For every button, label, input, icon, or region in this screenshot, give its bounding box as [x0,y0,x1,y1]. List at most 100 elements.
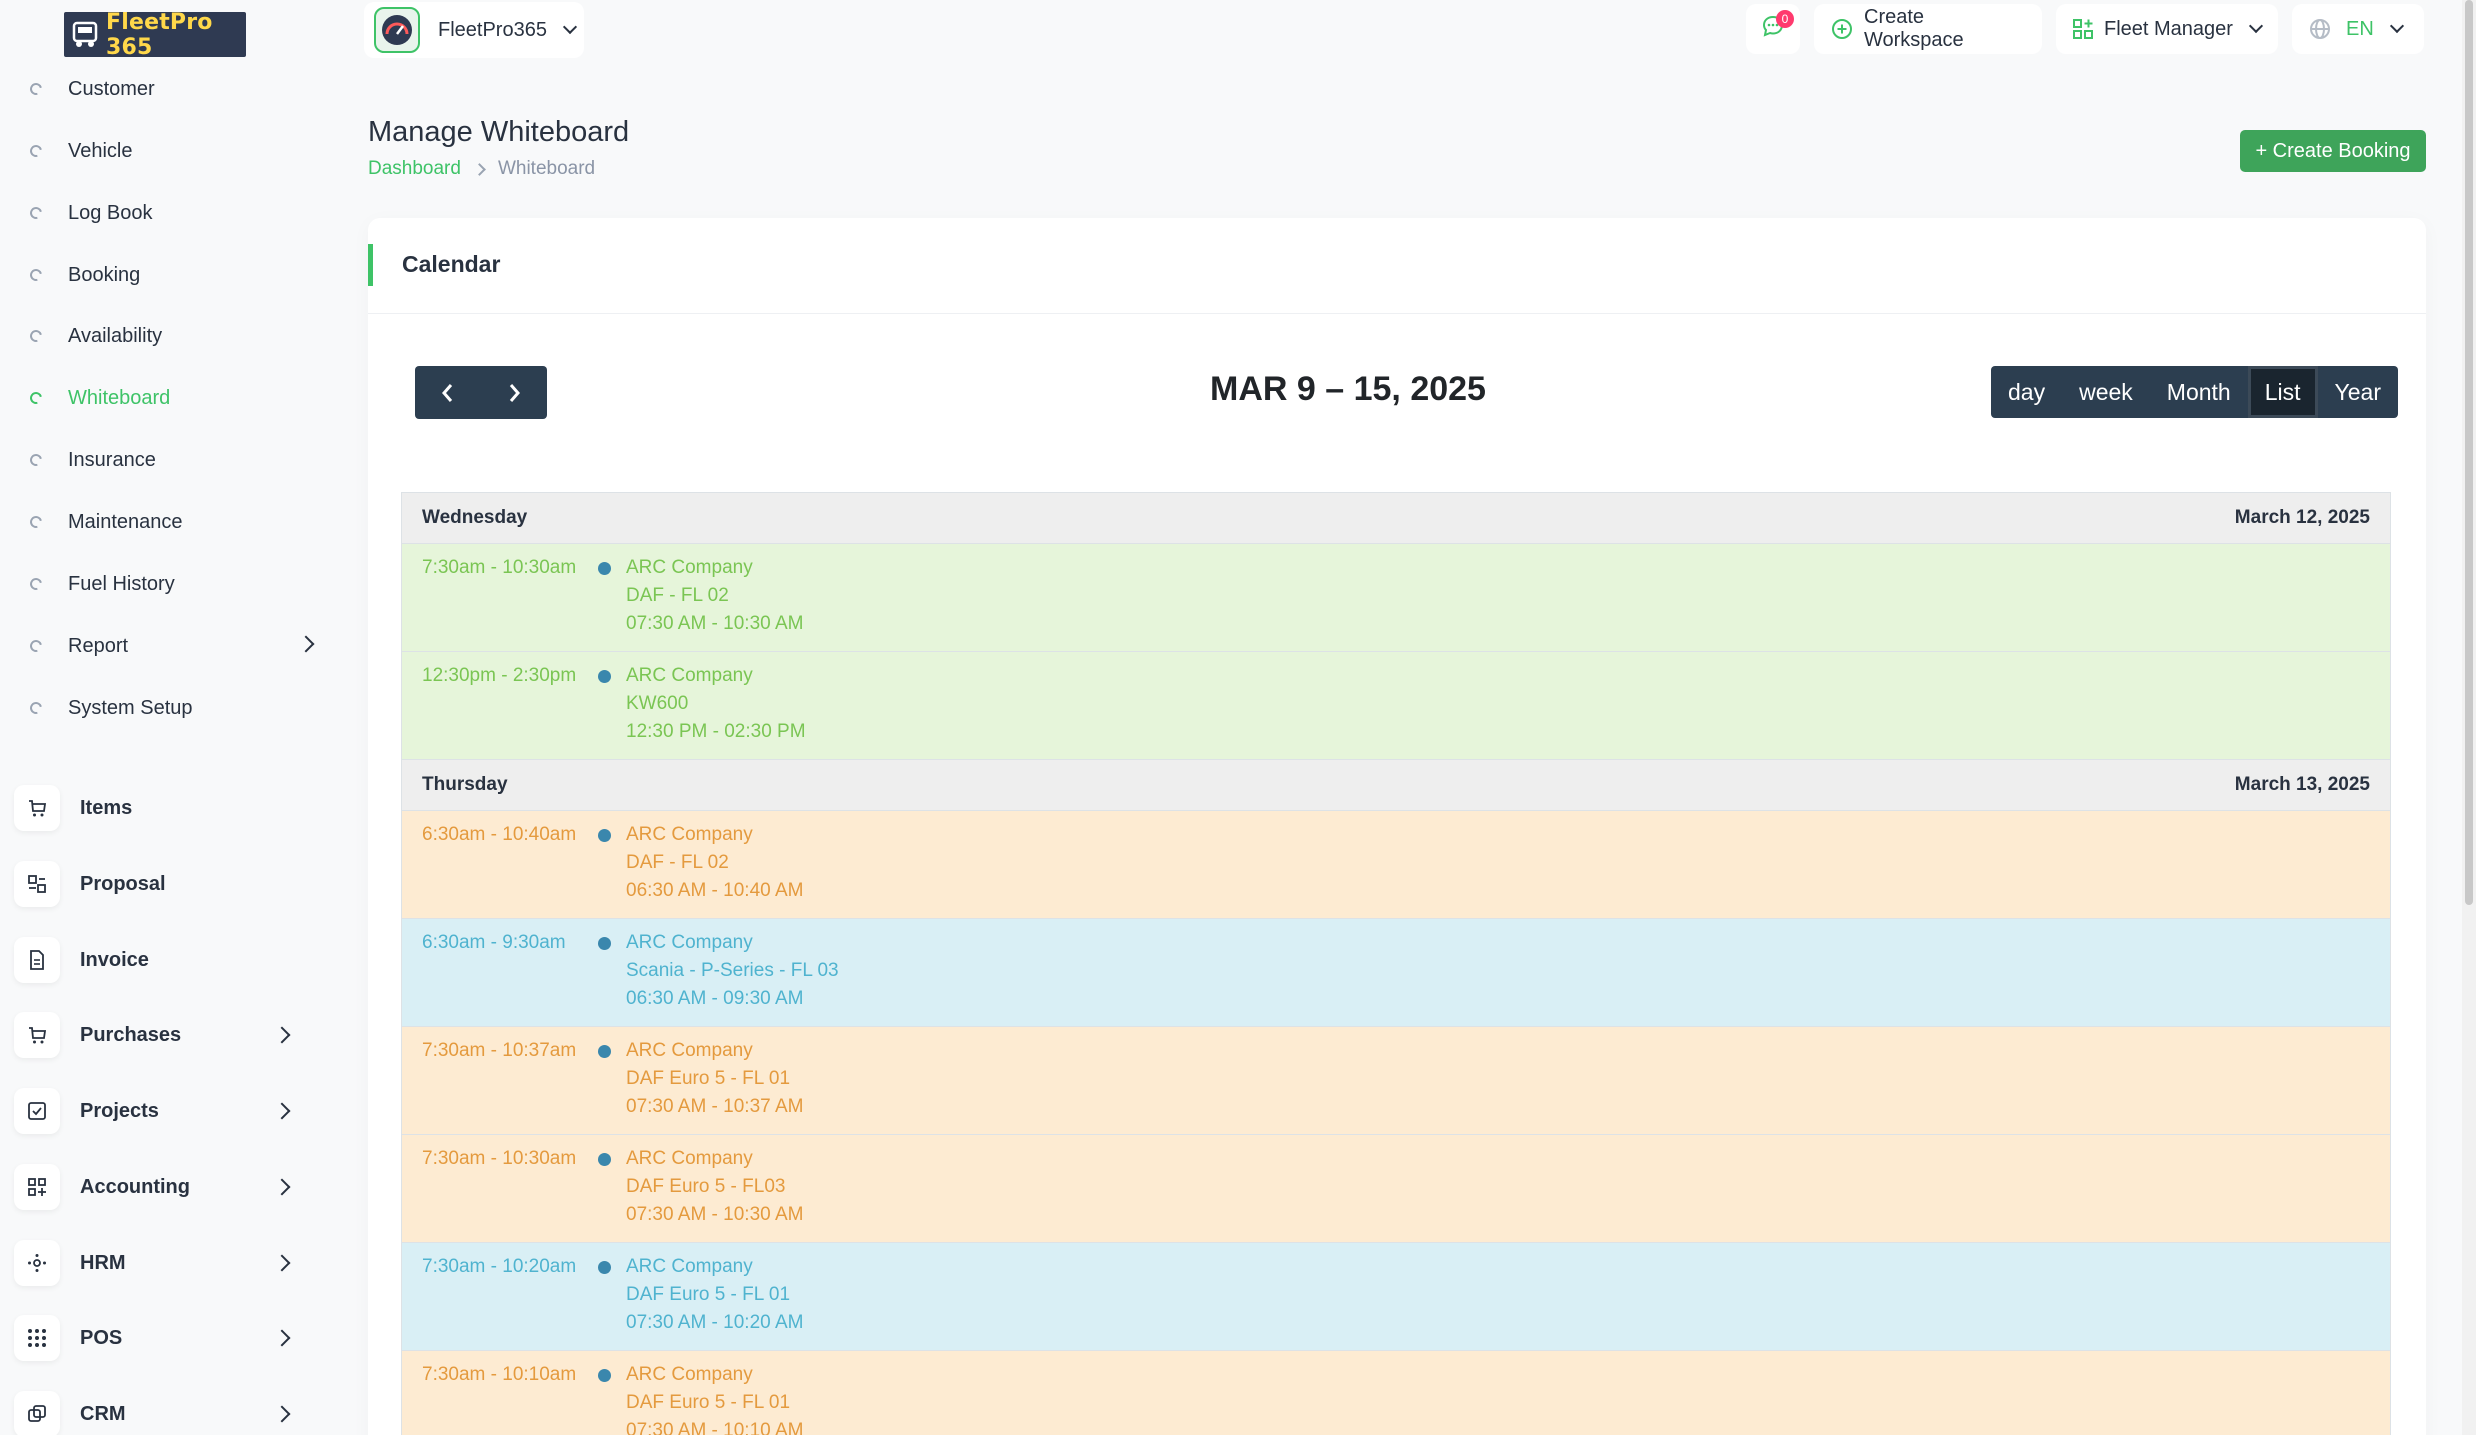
role-switcher[interactable]: Fleet Manager [2056,4,2278,54]
event-row[interactable]: 7:30am - 10:37am ARC Company DAF Euro 5 - … [402,1027,2390,1135]
sidebar-item-customer[interactable]: Customer [27,69,155,109]
circle-bullet-icon [27,204,45,222]
sidebar-item-system-setup[interactable]: System Setup [27,688,193,728]
page-title: Manage Whiteboard [368,116,630,148]
notification-count-badge: 0 [1776,10,1794,28]
sidebar-item-maintenance[interactable]: Maintenance [27,502,183,542]
notifications-button[interactable]: 0 [1746,4,1800,54]
chevron-right-icon [273,1102,291,1120]
sidebar-item-availability[interactable]: Availability [27,316,162,356]
circle-bullet-icon [27,513,45,531]
chevron-right-icon [273,1405,291,1423]
sidebar-item-accounting[interactable]: Accounting [14,1163,304,1211]
circle-bullet-icon [27,575,45,593]
event-company: ARC Company [626,665,753,686]
view-week-button[interactable]: week [2062,366,2150,418]
grid-plus-icon [2072,18,2094,40]
event-time: 7:30am - 10:30am [422,1148,577,1169]
sidebar-item-fuel-history[interactable]: Fuel History [27,564,175,604]
event-dot-icon [598,562,611,575]
event-row[interactable]: 7:30am - 10:30am ARC Company DAF Euro 5 - … [402,1135,2390,1243]
event-row[interactable]: 7:30am - 10:20am ARC Company DAF Euro 5 - … [402,1243,2390,1351]
view-list-button[interactable]: List [2247,366,2318,418]
sidebar-item-label: Invoice [80,948,149,971]
event-time: 7:30am - 10:37am [422,1040,577,1061]
sidebar-item-crm[interactable]: CRM [14,1390,304,1435]
create-booking-button[interactable]: + Create Booking [2240,130,2426,172]
role-label: Fleet Manager [2104,17,2233,40]
hrm-icon [14,1240,60,1286]
header-accent-bar [368,244,373,286]
truck-icon [70,19,100,51]
breadcrumb-dashboard-link[interactable]: Dashboard [368,158,461,180]
event-row[interactable]: 12:30pm - 2:30pm ARC Company KW600 12:30 PM… [402,652,2390,760]
sidebar-item-label: HRM [80,1251,126,1274]
event-row[interactable]: 7:30am - 10:30am ARC Company DAF - FL 02 07… [402,544,2390,652]
sidebar-item-label: Vehicle [68,139,133,162]
next-week-button[interactable] [481,366,547,419]
event-row[interactable]: 7:30am - 10:10am ARC Company DAF Euro 5 - … [402,1351,2390,1435]
circle-bullet-icon [27,80,45,98]
day-date[interactable]: March 13, 2025 [2235,774,2370,796]
event-details: ARC Company DAF Euro 5 - FL03 07:30 AM - 1… [626,1145,803,1229]
calendar-range-title: MAR 9 – 15, 2025 [1210,370,1486,408]
cart-icon [14,1012,60,1058]
event-details: ARC Company KW600 12:30 PM - 02:30 PM [626,662,806,746]
event-dot-icon [598,1045,611,1058]
sidebar-item-log-book[interactable]: Log Book [27,193,153,233]
event-range: 06:30 AM - 09:30 AM [626,988,804,1009]
event-row[interactable]: 6:30am - 9:30am ARC Company Scania - P-Ser… [402,919,2390,1027]
sidebar-item-projects[interactable]: Projects [14,1087,304,1135]
sidebar-item-report[interactable]: Report [27,626,315,666]
event-company: ARC Company [626,1364,753,1385]
day-weekday[interactable]: Thursday [422,774,508,796]
event-time: 12:30pm - 2:30pm [422,665,577,686]
event-vehicle: DAF Euro 5 - FL 01 [626,1392,791,1413]
sidebar-item-label: Report [68,634,129,657]
logo-text: FleetPro 365 [106,9,213,60]
event-vehicle: DAF - FL 02 [626,585,729,606]
chevron-right-icon [505,382,523,404]
brand-logo[interactable]: FleetPro 365 [64,9,246,60]
sidebar-item-pos[interactable]: POS [14,1314,304,1362]
sidebar-item-whiteboard[interactable]: Whiteboard [27,378,170,418]
event-row[interactable]: 6:30am - 10:40am ARC Company DAF - FL 02 06… [402,811,2390,919]
card-title: Calendar [402,251,501,277]
event-vehicle: KW600 [626,693,689,714]
event-vehicle: DAF Euro 5 - FL03 [626,1176,786,1197]
circle-bullet-icon [27,451,45,469]
sidebar-item-hrm[interactable]: HRM [14,1239,304,1287]
sidebar-item-purchases[interactable]: Purchases [14,1011,304,1059]
calendar-nav [415,366,547,419]
event-dot-icon [598,829,611,842]
day-date[interactable]: March 12, 2025 [2235,507,2370,529]
sidebar-item-label: Log Book [68,201,153,224]
sidebar-item-vehicle[interactable]: Vehicle [27,131,133,171]
sidebar-item-booking[interactable]: Booking [27,255,140,295]
sidebar: FleetPro 365 Customer Vehicle Log Book Book… [0,0,320,1435]
workspace-switcher[interactable]: FleetPro365 [364,2,584,58]
chevron-right-icon [273,1254,291,1272]
view-month-button[interactable]: Month [2149,366,2248,418]
view-year-button[interactable]: Year [2317,366,2399,418]
prev-week-button[interactable] [415,366,481,419]
sidebar-item-invoice[interactable]: Invoice [14,936,304,984]
sidebar-item-items[interactable]: Items [14,784,304,832]
create-workspace-button[interactable]: Create Workspace [1814,4,2042,54]
language-switcher[interactable]: EN [2292,4,2424,54]
day-weekday[interactable]: Wednesday [422,507,527,529]
circle-bullet-icon [27,142,45,160]
sidebar-item-proposal[interactable]: Proposal [14,860,304,908]
circle-bullet-icon [27,389,45,407]
sidebar-item-insurance[interactable]: Insurance [27,440,156,480]
dots-grid-icon [14,1315,60,1361]
event-time: 7:30am - 10:10am [422,1364,577,1385]
event-range: 07:30 AM - 10:37 AM [626,1096,804,1117]
chevron-right-icon [273,1329,291,1347]
breadcrumb-current: Whiteboard [497,158,596,179]
scrollbar-thumb[interactable] [2465,0,2473,905]
view-day-button[interactable]: day [1991,366,2063,418]
cart-icon [14,785,60,831]
page-scrollbar[interactable] [2462,0,2476,1435]
event-dot-icon [598,1369,611,1382]
